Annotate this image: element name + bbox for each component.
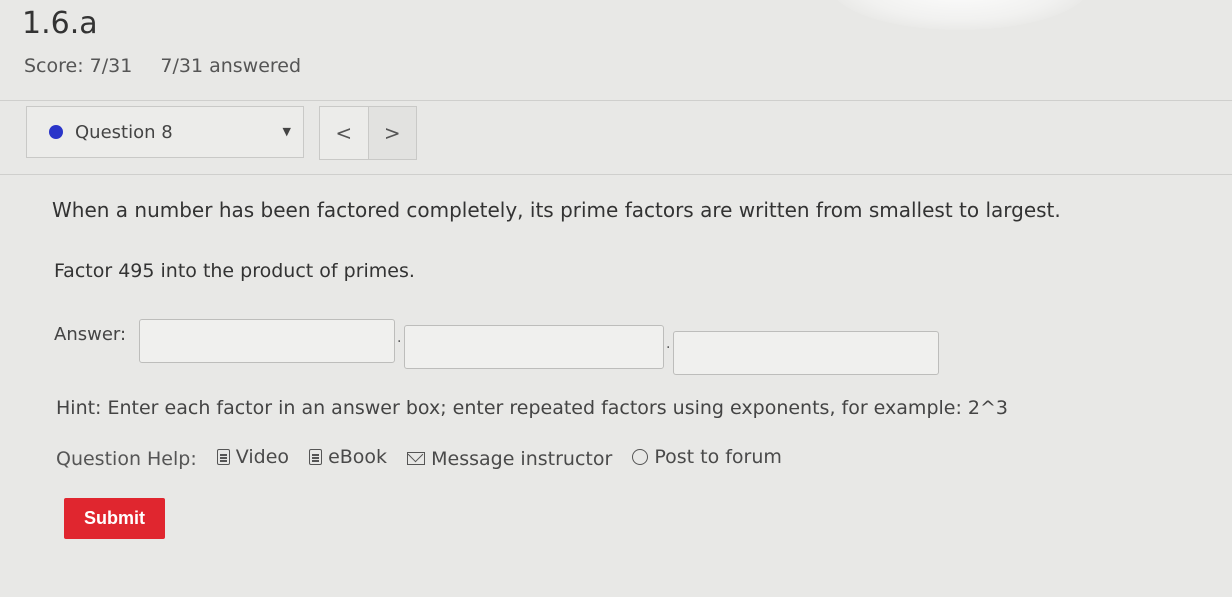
next-question-button[interactable]: > (367, 107, 416, 159)
ebook-link-label: eBook (328, 446, 388, 468)
page-title: 1.6.a (22, 6, 98, 41)
score-text: Score: 7/31 (24, 55, 133, 77)
answered-count: 7/31 answered (160, 55, 302, 77)
answer-input-1[interactable] (139, 319, 395, 363)
ebook-link[interactable]: eBook (309, 446, 387, 468)
multiplication-dot: · (666, 340, 671, 356)
answer-label: Answer: (54, 324, 127, 345)
divider (0, 174, 1232, 175)
question-select-dropdown[interactable]: Question 8 ▼ (26, 106, 304, 158)
divider (0, 100, 1232, 101)
video-link[interactable]: Video (216, 446, 290, 468)
hint-text: Hint: Enter each factor in an answer box… (56, 397, 1009, 419)
question-help-row: Question Help: Video eBook Message instr… (56, 446, 796, 470)
screen-glare (830, 0, 1090, 30)
answer-input-2[interactable] (404, 325, 664, 369)
question-nav-group: < > (319, 106, 417, 160)
previous-question-button[interactable]: < (320, 107, 368, 159)
question-prompt: Factor 495 into the product of primes. (54, 260, 415, 282)
question-select-label: Question 8 (75, 121, 173, 143)
message-instructor-label: Message instructor (431, 447, 613, 470)
forum-icon (632, 449, 649, 465)
question-stem: When a number has been factored complete… (52, 198, 1061, 222)
question-status-dot (49, 125, 63, 139)
post-to-forum-label: Post to forum (654, 446, 782, 468)
document-icon (216, 449, 230, 465)
message-instructor-link[interactable]: Message instructor (407, 448, 612, 470)
post-to-forum-link[interactable]: Post to forum (632, 446, 782, 468)
mail-icon (407, 452, 426, 465)
submit-button[interactable]: Submit (64, 498, 165, 539)
document-icon (309, 449, 323, 465)
question-help-label: Question Help: (56, 448, 197, 470)
video-link-label: Video (235, 446, 290, 468)
multiplication-dot: · (397, 334, 402, 350)
chevron-down-icon: ▼ (282, 125, 291, 138)
answer-input-3[interactable] (673, 331, 939, 375)
score-line: Score: 7/31 7/31 answered (24, 55, 301, 77)
